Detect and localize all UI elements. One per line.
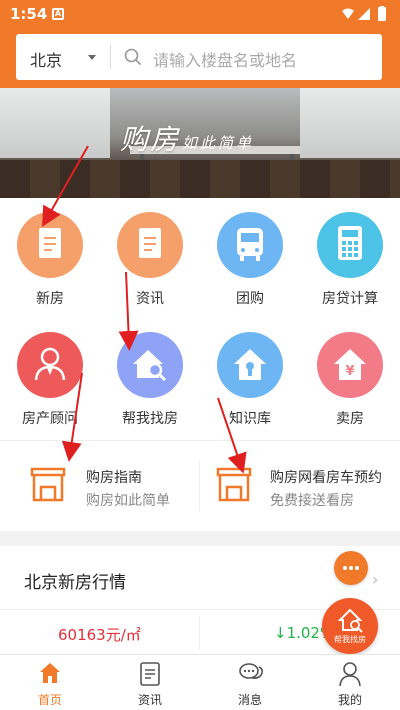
advisor-icon — [17, 332, 83, 398]
house-yen-icon: ¥ — [317, 332, 383, 398]
grid-item-knowledge[interactable]: 知识库 — [200, 332, 300, 452]
home-icon — [40, 663, 60, 683]
promo-banner[interactable]: 购房 如此简单 — [0, 88, 400, 198]
grid-item-find-house[interactable]: 帮我找房 — [100, 332, 200, 452]
shop-guide-icon — [30, 467, 66, 502]
svg-text:¥: ¥ — [345, 364, 354, 379]
chevron-right-icon[interactable]: › — [372, 570, 378, 589]
nav-news[interactable]: 资讯 — [100, 655, 200, 710]
grid-item-new-house[interactable]: 新房 — [0, 212, 100, 332]
search-bar[interactable]: 北京 请输入楼盘名或地名 — [16, 34, 382, 80]
grid-item-label: 帮我找房 — [122, 411, 178, 427]
grid-item-label: 房贷计算 — [322, 291, 378, 307]
grid-item-mortgage-calc[interactable]: 房贷计算 — [300, 212, 400, 332]
helper-label: 帮我找房 — [334, 635, 366, 644]
grid-item-group-buy[interactable]: 团购 — [200, 212, 300, 332]
grid-item-label: 房产顾问 — [22, 411, 78, 427]
banner-title: 购房 — [120, 123, 181, 156]
nav-label: 资讯 — [137, 693, 162, 707]
document-icon — [17, 212, 83, 278]
car-booking-card[interactable]: 购房网看房车预约 免费接送看房 — [200, 441, 400, 531]
city-dropdown-icon[interactable] — [88, 55, 96, 60]
news-icon — [140, 662, 160, 686]
search-icon — [124, 48, 142, 66]
grid-item-sell-house[interactable]: ¥ 卖房 — [300, 332, 400, 452]
guide-title: 购房网看房车预约 — [270, 470, 382, 486]
grid-item-label: 新房 — [36, 291, 64, 307]
nav-label: 我的 — [337, 693, 362, 707]
shop-car-icon — [216, 467, 252, 502]
house-search-icon — [337, 608, 363, 633]
grid-item-label: 团购 — [236, 291, 264, 307]
find-house-helper-button[interactable]: 帮我找房 — [322, 598, 378, 654]
grid-item-label: 卖房 — [336, 411, 364, 427]
status-bar: 1:54 A — [0, 0, 400, 28]
bottom-nav: 首页 资讯 消息 我的 — [0, 654, 400, 710]
nav-label: 首页 — [37, 693, 62, 707]
top-bar: 1:54 A 北京 请输入楼盘名或地名 — [0, 0, 400, 88]
wifi-signal-battery-icon — [342, 6, 386, 21]
search-divider — [110, 45, 111, 69]
guide-subtitle: 免费接送看房 — [270, 493, 354, 509]
house-search-icon — [117, 332, 183, 398]
banner-window — [0, 88, 110, 158]
message-bubbles-icon — [239, 663, 263, 679]
search-input[interactable]: 请输入楼盘名或地名 — [153, 47, 297, 71]
guide-title: 购房指南 — [86, 470, 142, 486]
chat-button[interactable] — [334, 551, 368, 585]
news-icon — [117, 212, 183, 278]
grid-item-advisor[interactable]: 房产顾问 — [0, 332, 100, 452]
guide-subtitle: 购房如此简单 — [86, 493, 170, 509]
user-icon — [339, 662, 361, 687]
nav-home[interactable]: 首页 — [0, 655, 100, 710]
feature-grid: 新房 资讯 团购 房贷计算 房产顾问 帮我找房 知识库 ¥ 卖房 — [0, 198, 400, 440]
buying-guide-card[interactable]: 购房指南 购房如此简单 — [0, 441, 200, 531]
nav-profile[interactable]: 我的 — [300, 655, 400, 710]
city-selector[interactable]: 北京 — [30, 47, 62, 71]
chat-dots-icon — [343, 566, 359, 570]
grid-item-label: 知识库 — [229, 411, 271, 427]
market-title: 北京新房行情 — [24, 573, 126, 593]
nav-label: 消息 — [237, 693, 262, 707]
house-knowledge-icon — [217, 332, 283, 398]
average-price: 60163元/㎡ — [58, 626, 141, 644]
grid-item-label: 资讯 — [136, 291, 164, 307]
guide-row: 购房指南 购房如此简单 购房网看房车预约 免费接送看房 — [0, 441, 400, 531]
calculator-icon — [317, 212, 383, 278]
bus-icon — [217, 212, 283, 278]
divider — [199, 616, 200, 650]
status-time: 1:54 — [10, 5, 48, 23]
banner-window — [300, 88, 400, 158]
notification-a-icon: A — [52, 8, 64, 20]
banner-subtitle: 如此简单 — [182, 134, 255, 152]
grid-item-news[interactable]: 资讯 — [100, 212, 200, 332]
nav-messages[interactable]: 消息 — [200, 655, 300, 710]
banner-floor — [0, 160, 400, 198]
